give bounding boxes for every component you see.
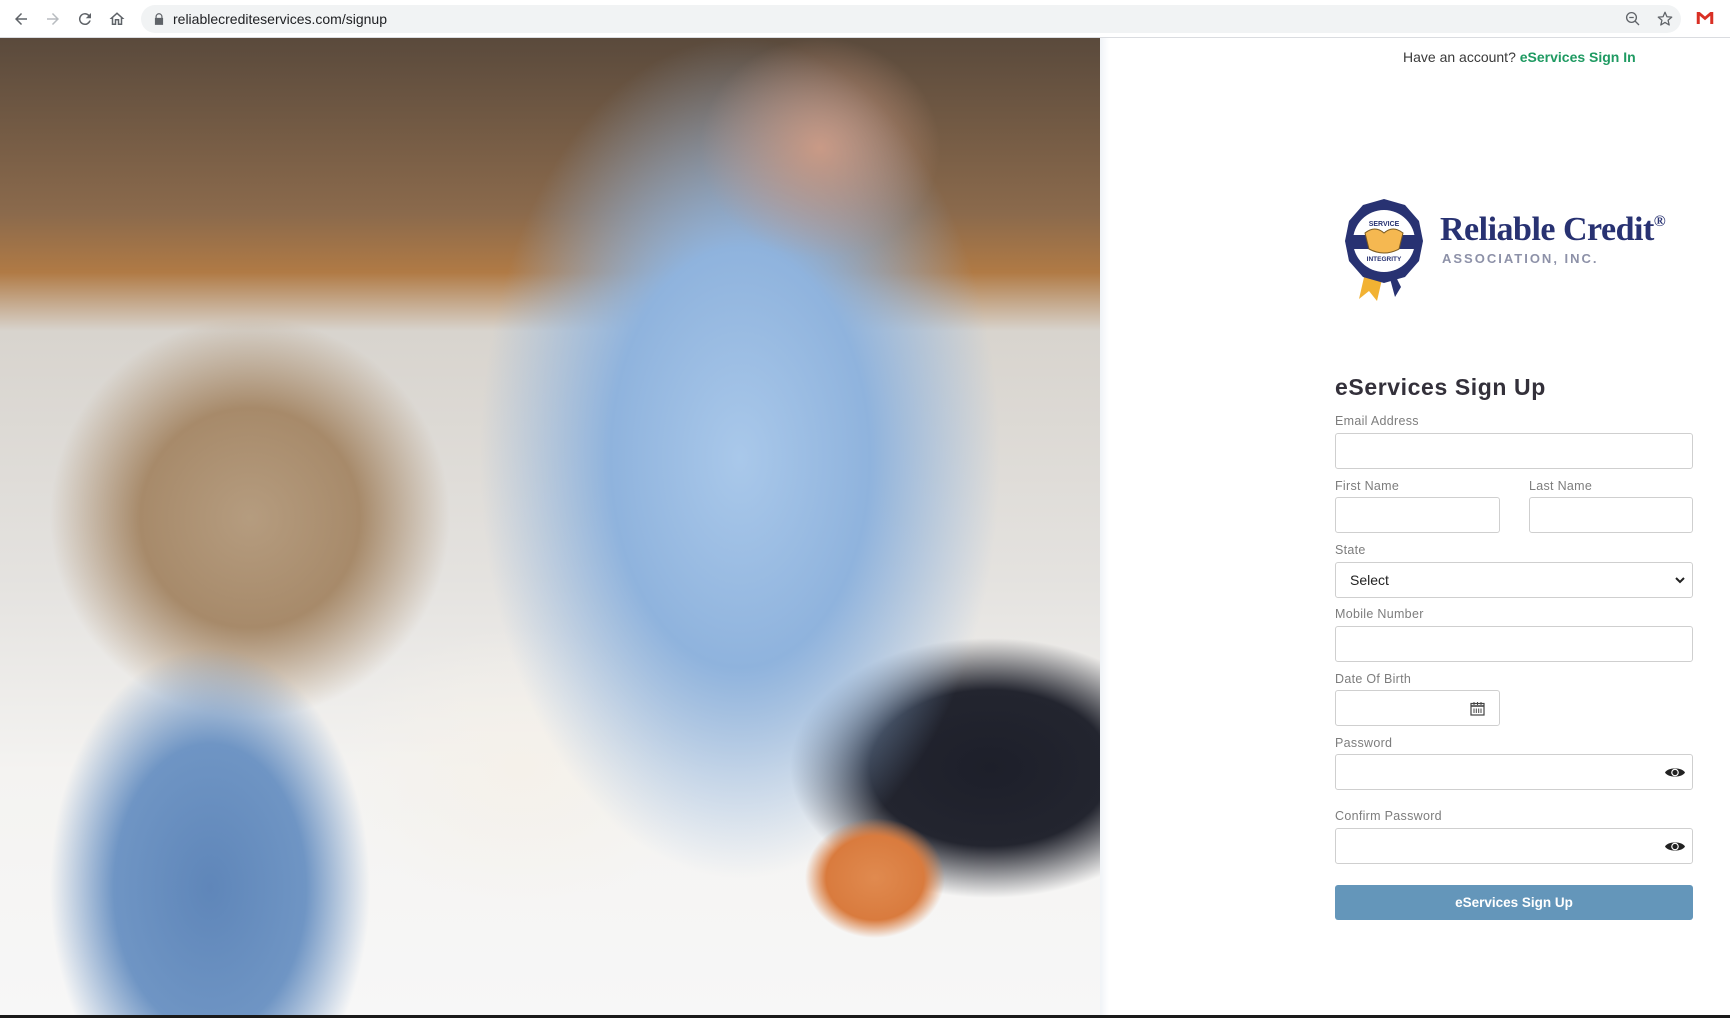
gmail-icon[interactable] <box>1696 10 1714 26</box>
password-label: Password <box>1335 736 1393 750</box>
registered-mark: ® <box>1653 213 1666 230</box>
email-field[interactable] <box>1336 434 1692 468</box>
state-label: State <box>1335 543 1366 557</box>
badge-bottom-text: INTEGRITY <box>1367 256 1402 263</box>
hero-photo <box>0 38 1109 1015</box>
mobile-label: Mobile Number <box>1335 607 1424 621</box>
mobile-field[interactable] <box>1336 627 1692 661</box>
company-logo: SERVICE INTEGRITY Reliable Credit® ASSOC… <box>1343 197 1688 302</box>
confirm-password-label: Confirm Password <box>1335 809 1442 823</box>
email-label: Email Address <box>1335 414 1419 428</box>
show-password-eye-icon[interactable] <box>1664 765 1686 780</box>
first-name-label: First Name <box>1335 479 1400 493</box>
last-name-field[interactable] <box>1530 498 1692 532</box>
signup-submit-button[interactable]: eServices Sign Up <box>1335 885 1693 920</box>
first-name-field[interactable] <box>1336 498 1499 532</box>
lock-icon <box>154 13 164 25</box>
email-field-wrap <box>1335 433 1693 469</box>
have-account-text: Have an account? <box>1403 49 1516 65</box>
seal-badge-icon: SERVICE INTEGRITY <box>1345 199 1423 301</box>
forward-arrow-icon <box>47 13 59 25</box>
home-button[interactable] <box>104 6 130 32</box>
back-arrow-icon <box>15 13 27 25</box>
hero-edge <box>1100 38 1109 1015</box>
confirm-password-field[interactable] <box>1336 829 1692 863</box>
mobile-wrap <box>1335 626 1693 662</box>
show-confirm-password-eye-icon[interactable] <box>1664 839 1686 854</box>
calendar-icon[interactable] <box>1470 701 1485 716</box>
logo-subtitle: ASSOCIATION, INC. <box>1442 251 1599 266</box>
confirm-password-wrap <box>1335 828 1693 864</box>
forward-button[interactable] <box>40 6 66 32</box>
password-wrap <box>1335 754 1693 790</box>
last-name-label: Last Name <box>1529 479 1593 493</box>
address-bar[interactable]: reliablecrediteservices.com/signup <box>141 5 1681 33</box>
logo-wordmark: Reliable Credit® <box>1440 211 1666 249</box>
signin-link[interactable]: eServices Sign In <box>1520 49 1636 65</box>
back-button[interactable] <box>8 6 34 32</box>
chevron-down-icon <box>1675 577 1685 584</box>
state-selected-value: Select <box>1350 572 1389 588</box>
last-name-wrap <box>1529 497 1693 533</box>
state-select[interactable]: Select <box>1335 562 1693 598</box>
bookmark-star-icon[interactable] <box>1656 10 1674 28</box>
password-field[interactable] <box>1336 755 1692 789</box>
browser-toolbar: reliablecrediteservices.com/signup <box>0 0 1730 38</box>
form-title: eServices Sign Up <box>1335 374 1546 400</box>
have-account-row: Have an account? eServices Sign In <box>1403 49 1636 65</box>
url-text[interactable]: reliablecrediteservices.com/signup <box>173 5 387 33</box>
badge-top-text: SERVICE <box>1369 221 1400 228</box>
home-icon <box>109 12 125 25</box>
reload-button[interactable] <box>72 6 98 32</box>
zoom-out-icon[interactable] <box>1624 10 1642 28</box>
first-name-wrap <box>1335 497 1500 533</box>
reload-icon <box>78 13 91 26</box>
dob-label: Date Of Birth <box>1335 672 1412 686</box>
logo-name: Reliable Credit <box>1440 211 1654 248</box>
dob-wrap <box>1335 690 1500 726</box>
